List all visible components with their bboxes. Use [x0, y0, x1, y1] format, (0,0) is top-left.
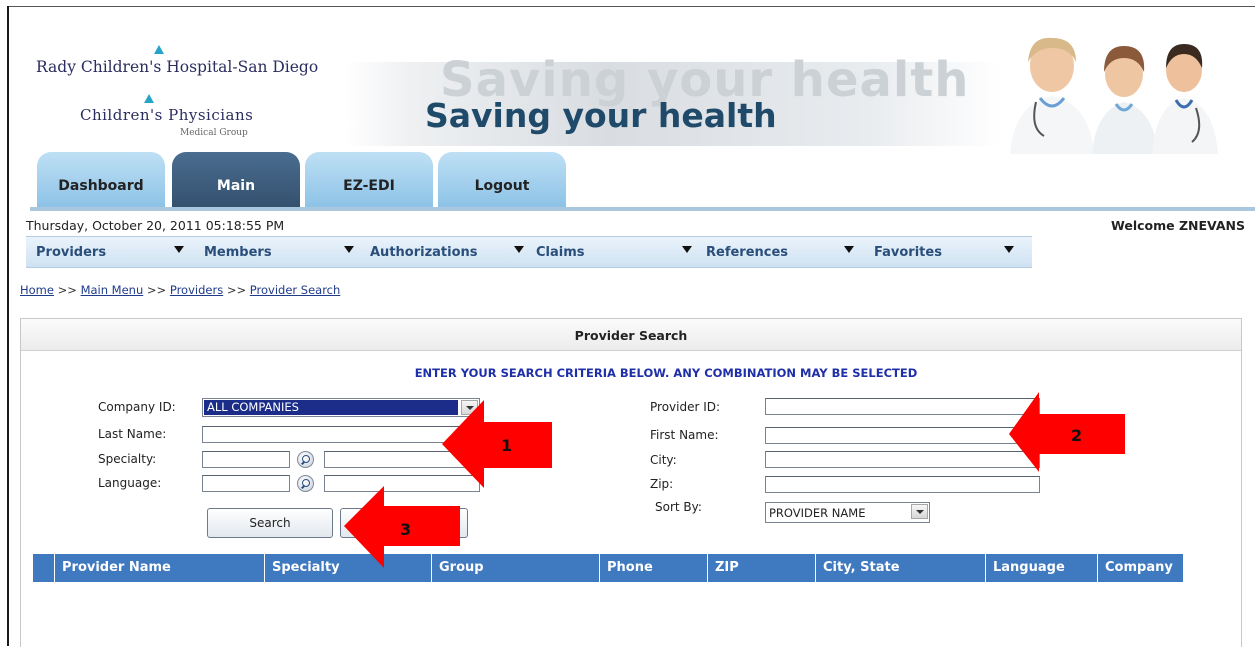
window-left-border — [7, 6, 9, 646]
sort-by-label: Sort By: — [655, 500, 702, 514]
last-name-label: Last Name: — [98, 427, 167, 441]
annotation-arrow-icon — [1009, 392, 1125, 472]
sort-by-value: PROVIDER NAME — [769, 506, 866, 520]
provider-id-label: Provider ID: — [650, 400, 721, 414]
menu-providers[interactable]: Providers — [26, 237, 194, 267]
tab-main-label: Main — [216, 178, 256, 194]
search-instruction: ENTER YOUR SEARCH CRITERIA BELOW. ANY CO… — [414, 366, 918, 380]
column-phone-label: Phone — [607, 560, 653, 575]
menu-authorizations[interactable]: Authorizations — [362, 237, 530, 267]
tab-dashboard[interactable]: Dashboard — [37, 152, 165, 208]
current-datetime: Thursday, October 20, 2011 05:18:55 PM — [26, 218, 285, 233]
annotation-arrow-icon — [442, 400, 552, 488]
tab-main[interactable]: Main — [172, 152, 300, 208]
hospital-logo: Rady Children's Hospital-San Diego Child… — [30, 40, 346, 144]
breadcrumb-separator: >> — [146, 283, 167, 297]
breadcrumb-separator: >> — [226, 283, 247, 297]
lookup-magnifier-icon[interactable] — [297, 451, 314, 468]
column-city-state-label: City, State — [823, 560, 900, 575]
search-button[interactable]: Search — [207, 508, 333, 538]
column-language[interactable]: Language — [985, 554, 1097, 582]
column-city-state[interactable]: City, State — [815, 554, 985, 582]
column-specialty-label: Specialty — [272, 560, 340, 575]
company-id-label: Company ID: — [98, 400, 176, 414]
menu-favorites-label: Favorites — [874, 245, 942, 260]
tab-logout[interactable]: Logout — [438, 152, 566, 208]
grid-select-column — [33, 554, 54, 582]
caret-down-icon — [344, 246, 354, 253]
panel-title: Provider Search — [574, 328, 688, 343]
annotation-number: 2 — [1071, 426, 1083, 445]
tab-dashboard-label: Dashboard — [58, 178, 144, 194]
logo-group-name: Children's Physicians — [80, 106, 254, 124]
breadcrumb-providers[interactable]: Providers — [170, 283, 223, 297]
zip-label: Zip: — [650, 477, 674, 491]
welcome-user: Welcome ZNEVANS — [1111, 218, 1245, 233]
annotation-number: 1 — [501, 436, 513, 455]
first-name-input[interactable] — [765, 427, 1040, 444]
caret-down-icon — [174, 246, 184, 253]
kite-icon — [154, 45, 164, 54]
specialty-code-input[interactable] — [202, 451, 290, 468]
menu-authorizations-label: Authorizations — [370, 245, 478, 260]
dropdown-arrow-icon[interactable] — [911, 504, 928, 519]
menu-members[interactable]: Members — [194, 237, 362, 267]
column-zip[interactable]: ZIP — [707, 554, 815, 582]
breadcrumb-home[interactable]: Home — [20, 283, 54, 297]
results-grid-header: Provider Name Specialty Group Phone ZIP … — [33, 554, 1183, 582]
breadcrumb-main-menu[interactable]: Main Menu — [81, 283, 144, 297]
tab-logout-label: Logout — [474, 178, 530, 194]
lookup-magnifier-icon[interactable] — [297, 475, 314, 492]
column-provider-name[interactable]: Provider Name — [54, 554, 264, 582]
caret-down-icon — [514, 246, 524, 253]
window-top-border — [7, 6, 1255, 7]
annotation-number: 3 — [400, 520, 412, 539]
tab-bar-underline — [30, 207, 1255, 211]
breadcrumb: Home >> Main Menu >> Providers >> Provid… — [20, 283, 340, 297]
logo-group-subtitle: Medical Group — [180, 128, 248, 138]
menu-favorites[interactable]: Favorites — [866, 237, 1032, 267]
breadcrumb-separator: >> — [57, 283, 77, 297]
menu-references[interactable]: References — [698, 237, 866, 267]
zip-input[interactable] — [765, 476, 1040, 493]
column-company-label: Company — [1105, 560, 1173, 575]
main-menu-bar: Providers Members Authorizations Claims … — [26, 236, 1032, 268]
menu-members-label: Members — [204, 245, 272, 260]
menu-claims-label: Claims — [536, 245, 585, 260]
tab-ez-edi-label: EZ-EDI — [343, 178, 395, 194]
panel-header: Provider Search — [21, 319, 1241, 351]
first-name-label: First Name: — [650, 428, 719, 442]
city-label: City: — [650, 453, 677, 467]
column-language-label: Language — [993, 560, 1065, 575]
company-id-value: ALL COMPANIES — [203, 399, 459, 416]
language-label: Language: — [98, 476, 162, 490]
specialty-label: Specialty: — [98, 452, 157, 466]
sort-by-select[interactable]: PROVIDER NAME — [765, 502, 930, 523]
doctors-photo — [1010, 37, 1218, 154]
column-phone[interactable]: Phone — [599, 554, 707, 582]
caret-down-icon — [844, 246, 854, 253]
caret-down-icon — [682, 246, 692, 253]
breadcrumb-provider-search[interactable]: Provider Search — [250, 283, 341, 297]
column-zip-label: ZIP — [715, 560, 739, 575]
menu-providers-label: Providers — [36, 245, 107, 260]
language-code-input[interactable] — [202, 475, 290, 492]
menu-references-label: References — [706, 245, 789, 260]
logo-hospital-name: Rady Children's Hospital-San Diego — [36, 58, 319, 76]
kite-icon — [144, 94, 154, 103]
column-company[interactable]: Company — [1097, 554, 1183, 582]
city-input[interactable] — [765, 451, 1040, 468]
banner-slogan: Saving your health — [425, 96, 777, 135]
tab-ez-edi[interactable]: EZ-EDI — [305, 152, 433, 208]
column-provider-name-label: Provider Name — [62, 560, 171, 575]
provider-id-input[interactable] — [765, 398, 1040, 415]
menu-claims[interactable]: Claims — [530, 237, 698, 267]
caret-down-icon — [1004, 246, 1014, 253]
